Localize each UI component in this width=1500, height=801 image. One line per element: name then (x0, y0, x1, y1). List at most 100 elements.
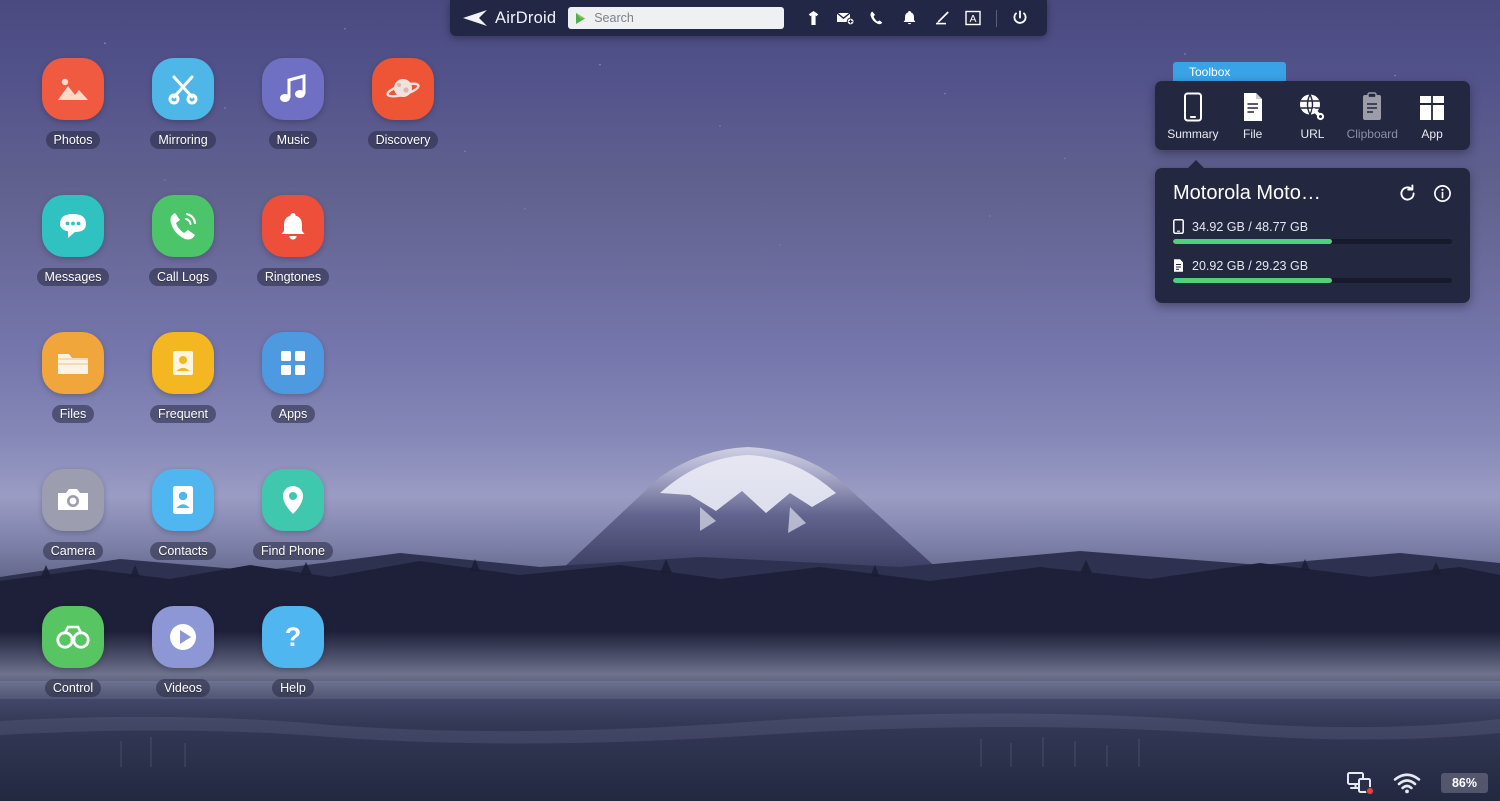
toolbox-panel: Toolbox Summary File (1155, 62, 1470, 150)
toolbox-item-summary[interactable]: Summary (1165, 92, 1221, 141)
search-placeholder: Search (594, 11, 634, 25)
chat-bubble-icon (42, 195, 104, 257)
new-message-icon[interactable] (830, 5, 860, 31)
toolbox-item-label: URL (1300, 127, 1324, 141)
phone-handset-icon (152, 195, 214, 257)
binoculars-icon (42, 606, 104, 668)
icon-label: Mirroring (150, 131, 215, 149)
play-circle-icon (152, 606, 214, 668)
icon-label: Files (52, 405, 94, 423)
storage-text: 34.92 GB / 48.77 GB (1192, 220, 1308, 234)
svg-text:?: ? (285, 622, 302, 652)
address-book-icon (152, 469, 214, 531)
desktop-icon-contacts[interactable]: Contacts (128, 469, 238, 606)
desktop-icon-ringtones[interactable]: Ringtones (238, 195, 348, 332)
airdroid-logo[interactable]: AirDroid (462, 9, 556, 28)
desktop-icon-files[interactable]: Files (18, 332, 128, 469)
info-icon[interactable] (1433, 184, 1452, 203)
toolbar-divider (996, 10, 997, 27)
power-icon[interactable] (1005, 5, 1035, 31)
document-icon (1241, 92, 1265, 122)
storage-row-sd: 20.92 GB / 29.23 GB (1173, 258, 1452, 283)
photos-icon (42, 58, 104, 120)
toolbox-item-label: Clipboard (1347, 127, 1398, 141)
google-play-icon (575, 12, 587, 25)
toolbox-item-file[interactable]: File (1225, 92, 1281, 141)
desktop-icon-apps[interactable]: Apps (238, 332, 348, 469)
internal-storage-icon (1173, 219, 1184, 234)
upload-icon[interactable] (798, 5, 828, 31)
brand-label: AirDroid (495, 9, 556, 28)
package-box-icon (1418, 92, 1446, 122)
grid-apps-icon (262, 332, 324, 394)
icon-label: Videos (156, 679, 210, 697)
icon-label: Messages (37, 268, 110, 286)
desktop-icon-mirroring[interactable]: Mirroring (128, 58, 238, 195)
device-name: Motorola Moto… (1173, 182, 1321, 205)
toolbox-tab[interactable]: Toolbox (1173, 62, 1286, 81)
icon-label: Music (269, 131, 318, 149)
wifi-icon[interactable] (1393, 773, 1421, 794)
icon-label: Ringtones (257, 268, 329, 286)
desktop-icon-call-logs[interactable]: Call Logs (128, 195, 238, 332)
storage-row-internal: 34.92 GB / 48.77 GB (1173, 219, 1452, 244)
icon-label: Apps (271, 405, 316, 423)
icon-label: Camera (43, 542, 103, 560)
device-actions (1398, 184, 1452, 203)
icon-label: Call Logs (149, 268, 217, 286)
airdroid-paperplane-icon (462, 10, 488, 26)
desktop-icon-messages[interactable]: Messages (18, 195, 128, 332)
svg-text:A: A (969, 13, 976, 25)
toolbox-item-label: File (1243, 127, 1262, 141)
desktop-icon-frequent[interactable]: Frequent (128, 332, 238, 469)
storage-progress-sd (1173, 278, 1452, 283)
icon-label: Frequent (150, 405, 216, 423)
bell-icon (262, 195, 324, 257)
device-header: Motorola Moto… (1173, 182, 1452, 205)
desktop-icon-videos[interactable]: Videos (128, 606, 238, 743)
scissors-icon (152, 58, 214, 120)
desktop-icon-photos[interactable]: Photos (18, 58, 128, 195)
clipboard-icon (1360, 92, 1384, 122)
edit-icon[interactable] (926, 5, 956, 31)
search-input[interactable]: Search (568, 7, 784, 29)
device-summary-card: Motorola Moto… (1155, 168, 1470, 303)
toolbox-items: Summary File URL (1155, 81, 1470, 150)
connection-icon[interactable] (1347, 772, 1373, 794)
storage-progress-internal (1173, 239, 1452, 244)
toolbox-item-clipboard[interactable]: Clipboard (1344, 92, 1400, 141)
desktop-icon-control[interactable]: Control (18, 606, 128, 743)
top-bar: AirDroid Search (450, 0, 1047, 36)
music-note-icon (262, 58, 324, 120)
desktop-icon-discovery[interactable]: Discovery (348, 58, 458, 195)
sd-card-icon (1173, 258, 1184, 273)
desktop-icon-grid: Photos Mirroring Music (18, 58, 438, 743)
desktop-icon-help[interactable]: ? Help (238, 606, 348, 743)
toolbox-tab-label: Toolbox (1189, 65, 1230, 79)
planet-icon (372, 58, 434, 120)
desktop-icon-music[interactable]: Music (238, 58, 348, 195)
toolbox-item-label: App (1421, 127, 1442, 141)
storage-text: 20.92 GB / 29.23 GB (1192, 259, 1308, 273)
battery-indicator[interactable]: 86% (1441, 773, 1488, 793)
contact-card-icon (152, 332, 214, 394)
phone-icon[interactable] (862, 5, 892, 31)
bell-icon[interactable] (894, 5, 924, 31)
text-input-icon[interactable]: A (958, 5, 988, 31)
globe-link-icon (1298, 92, 1326, 122)
folder-icon (42, 332, 104, 394)
icon-label: Control (45, 679, 101, 697)
toolbox-item-url[interactable]: URL (1284, 92, 1340, 141)
topbar-icon-group: A (798, 5, 1035, 31)
desktop-icon-find-phone[interactable]: Find Phone (238, 469, 348, 606)
toolbox-item-label: Summary (1167, 127, 1218, 141)
icon-label: Help (272, 679, 314, 697)
map-pin-icon (262, 469, 324, 531)
icon-label: Photos (46, 131, 101, 149)
phone-device-icon (1181, 92, 1205, 122)
system-tray: 86% (1347, 772, 1488, 794)
toolbox-item-app[interactable]: App (1404, 92, 1460, 141)
icon-label: Contacts (150, 542, 215, 560)
refresh-icon[interactable] (1398, 184, 1417, 203)
desktop-icon-camera[interactable]: Camera (18, 469, 128, 606)
